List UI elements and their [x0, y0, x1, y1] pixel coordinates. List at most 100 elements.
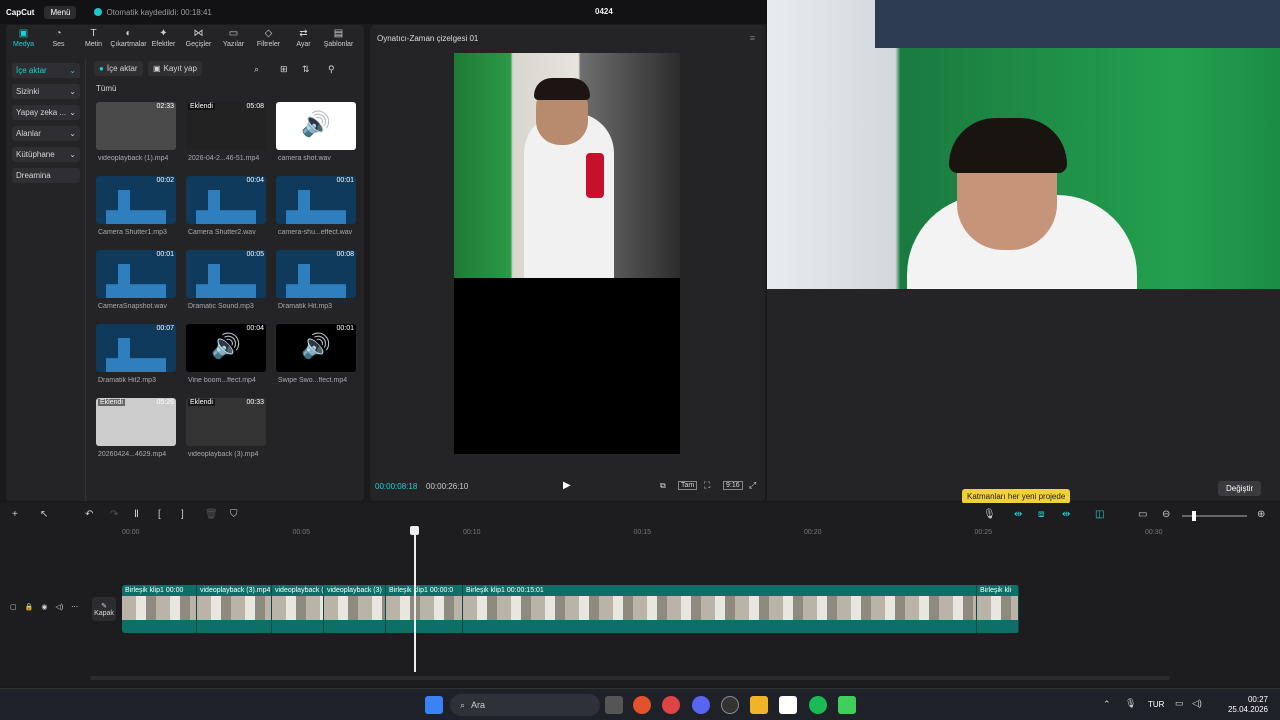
- media-thumb[interactable]: 02:33: [96, 102, 176, 150]
- task-view-icon[interactable]: [605, 696, 623, 714]
- volume-icon[interactable]: ◁): [1192, 698, 1202, 709]
- firefox-icon[interactable]: [633, 696, 651, 714]
- tab-4[interactable]: ◐ Çıkartmalar: [110, 25, 146, 51]
- discord-icon[interactable]: [692, 696, 710, 714]
- fullscreen-icon[interactable]: ⤢: [749, 480, 756, 491]
- track-toggle-icon[interactable]: ▢: [10, 603, 17, 611]
- menu-button[interactable]: Menü: [44, 5, 77, 19]
- menu-icon[interactable]: ≡: [750, 33, 755, 43]
- media-thumb[interactable]: 🔊: [276, 102, 356, 150]
- aspect-ratio-button[interactable]: 9:16: [723, 481, 743, 490]
- sidebar-item-6[interactable]: Dreamina: [12, 168, 80, 183]
- zoom-slider[interactable]: [1182, 511, 1247, 521]
- mic-icon[interactable]: 🎙: [983, 509, 996, 520]
- media-thumb[interactable]: 00:04: [186, 176, 266, 224]
- timeline-clip[interactable]: Birleşik klip1 00:00:0: [386, 585, 463, 633]
- sort-icon[interactable]: ⇅: [302, 64, 310, 75]
- filter-icon[interactable]: ⚲: [328, 64, 335, 75]
- timeline-clip[interactable]: videoplayback (3): [324, 585, 386, 633]
- tab-8[interactable]: ◇ Filtreler: [251, 25, 286, 51]
- add-icon[interactable]: +: [12, 509, 18, 520]
- preview-axis-icon[interactable]: ◫: [1095, 509, 1104, 520]
- full-quality-button[interactable]: Tam: [678, 481, 698, 490]
- tab-9[interactable]: ⇄ Ayar: [286, 25, 321, 51]
- split-icon[interactable]: Ⅱ: [134, 509, 139, 520]
- tab-3[interactable]: T Metin: [76, 25, 111, 51]
- sidebar-item-3[interactable]: Yapay zeka ... ⌄: [12, 105, 80, 120]
- timeline-clip[interactable]: videoplayback (: [272, 585, 324, 633]
- timeline-clip[interactable]: Birleşik klip1 00:00: [122, 585, 197, 633]
- media-thumb[interactable]: 00:07: [96, 324, 176, 372]
- timeline-clip[interactable]: videoplayback (3).mp4: [197, 585, 272, 633]
- tab-5[interactable]: ✦ Efektler: [146, 25, 181, 51]
- trim-right-icon[interactable]: ]: [181, 509, 184, 520]
- sync-icon[interactable]: ⧉: [660, 481, 666, 491]
- network-icon[interactable]: ▭: [1175, 698, 1184, 709]
- media-thumb[interactable]: 🔊 00:04: [186, 324, 266, 372]
- redo-icon[interactable]: ↷: [110, 509, 118, 520]
- cover-button[interactable]: ✎ Kapak: [92, 597, 116, 621]
- sidebar-item-5[interactable]: Kütüphane ⌄: [12, 147, 80, 162]
- media-thumb[interactable]: 05:08 Eklendi: [186, 102, 266, 150]
- timeline-clip[interactable]: Birleşik klip1 00:00:15:01: [463, 585, 977, 633]
- play-icon[interactable]: ▶: [563, 480, 571, 491]
- eye-icon[interactable]: ◉: [41, 603, 47, 611]
- change-button[interactable]: Değiştir: [1218, 481, 1262, 496]
- zoom-out-icon[interactable]: ⊖: [1162, 509, 1170, 520]
- tab-1[interactable]: ▣ Medya: [6, 25, 41, 51]
- mic-tray-icon[interactable]: 🎙: [1125, 698, 1136, 709]
- more-icon[interactable]: ⋯: [71, 603, 78, 611]
- record-button[interactable]: ▣ Kayıt yap: [148, 61, 202, 76]
- all-filter[interactable]: Tümü: [96, 84, 116, 93]
- link-icon[interactable]: ⇹: [1014, 509, 1022, 520]
- preview-canvas[interactable]: [454, 53, 680, 454]
- snap-icon[interactable]: ⇹: [1062, 509, 1070, 520]
- chevron-up-icon[interactable]: ⌃: [1103, 699, 1111, 710]
- media-thumb[interactable]: 05:26 Eklendi: [96, 398, 176, 446]
- caption-icon[interactable]: ▭: [1138, 509, 1147, 520]
- zoom-slider-handle[interactable]: [1192, 511, 1196, 521]
- media-thumb[interactable]: 🔊 00:01: [276, 324, 356, 372]
- playhead[interactable]: [414, 526, 416, 672]
- media-thumb[interactable]: 00:01: [96, 250, 176, 298]
- language-indicator[interactable]: TUR: [1148, 700, 1164, 709]
- media-thumb[interactable]: 00:33 Eklendi: [186, 398, 266, 446]
- shield-icon[interactable]: ⛉: [230, 509, 238, 520]
- file-explorer-icon[interactable]: [750, 696, 768, 714]
- spotify-icon[interactable]: [809, 696, 827, 714]
- trim-left-icon[interactable]: [: [158, 509, 161, 520]
- magnet-icon[interactable]: ⧈: [1038, 509, 1044, 520]
- speaker-icon[interactable]: ◁): [55, 603, 63, 611]
- app-icon[interactable]: [838, 696, 856, 714]
- tab-2[interactable]: ◔ Ses: [41, 25, 76, 51]
- clock[interactable]: 00:27 25.04.2026: [1228, 695, 1268, 715]
- tab-10[interactable]: ▤ Şablonlar: [321, 25, 356, 51]
- media-thumb[interactable]: 00:02: [96, 176, 176, 224]
- delete-icon[interactable]: 🗑: [205, 509, 218, 520]
- zoom-fit-icon[interactable]: ⛶: [704, 480, 710, 491]
- tab-7[interactable]: ▭ Yazılar: [216, 25, 251, 51]
- media-thumb[interactable]: 00:08: [276, 250, 356, 298]
- select-tool-icon[interactable]: ↖: [40, 509, 48, 520]
- undo-icon[interactable]: ↶: [85, 509, 93, 520]
- tab-6[interactable]: ⋈ Geçişler: [181, 25, 216, 51]
- sidebar-item-4[interactable]: Alanlar ⌄: [12, 126, 80, 141]
- sidebar-item-1[interactable]: İçe aktar ⌄: [12, 63, 80, 78]
- grid-view-icon[interactable]: ⊞: [280, 64, 288, 75]
- taskbar-search[interactable]: ⌕ Ara: [450, 694, 600, 716]
- timeline-clip[interactable]: Birleşik kli: [977, 585, 1019, 633]
- media-thumb[interactable]: 00:05: [186, 250, 266, 298]
- import-button[interactable]: ● İçe aktar: [94, 61, 143, 76]
- timeline-scrollbar[interactable]: [90, 676, 1170, 680]
- windows-start-icon[interactable]: [425, 696, 443, 714]
- video-track[interactable]: Birleşik klip1 00:00 videoplayback (3).mp…: [122, 585, 1019, 633]
- waveform: [196, 264, 256, 298]
- zoom-in-icon[interactable]: ⊕: [1257, 509, 1265, 520]
- search-icon[interactable]: ⌕: [254, 64, 259, 75]
- obs-icon[interactable]: [721, 696, 739, 714]
- capcut-icon[interactable]: [779, 696, 797, 714]
- chrome-icon[interactable]: [662, 696, 680, 714]
- sidebar-item-2[interactable]: Sizinki ⌄: [12, 84, 80, 99]
- lock-icon[interactable]: 🔒: [25, 603, 34, 611]
- media-thumb[interactable]: 00:01: [276, 176, 356, 224]
